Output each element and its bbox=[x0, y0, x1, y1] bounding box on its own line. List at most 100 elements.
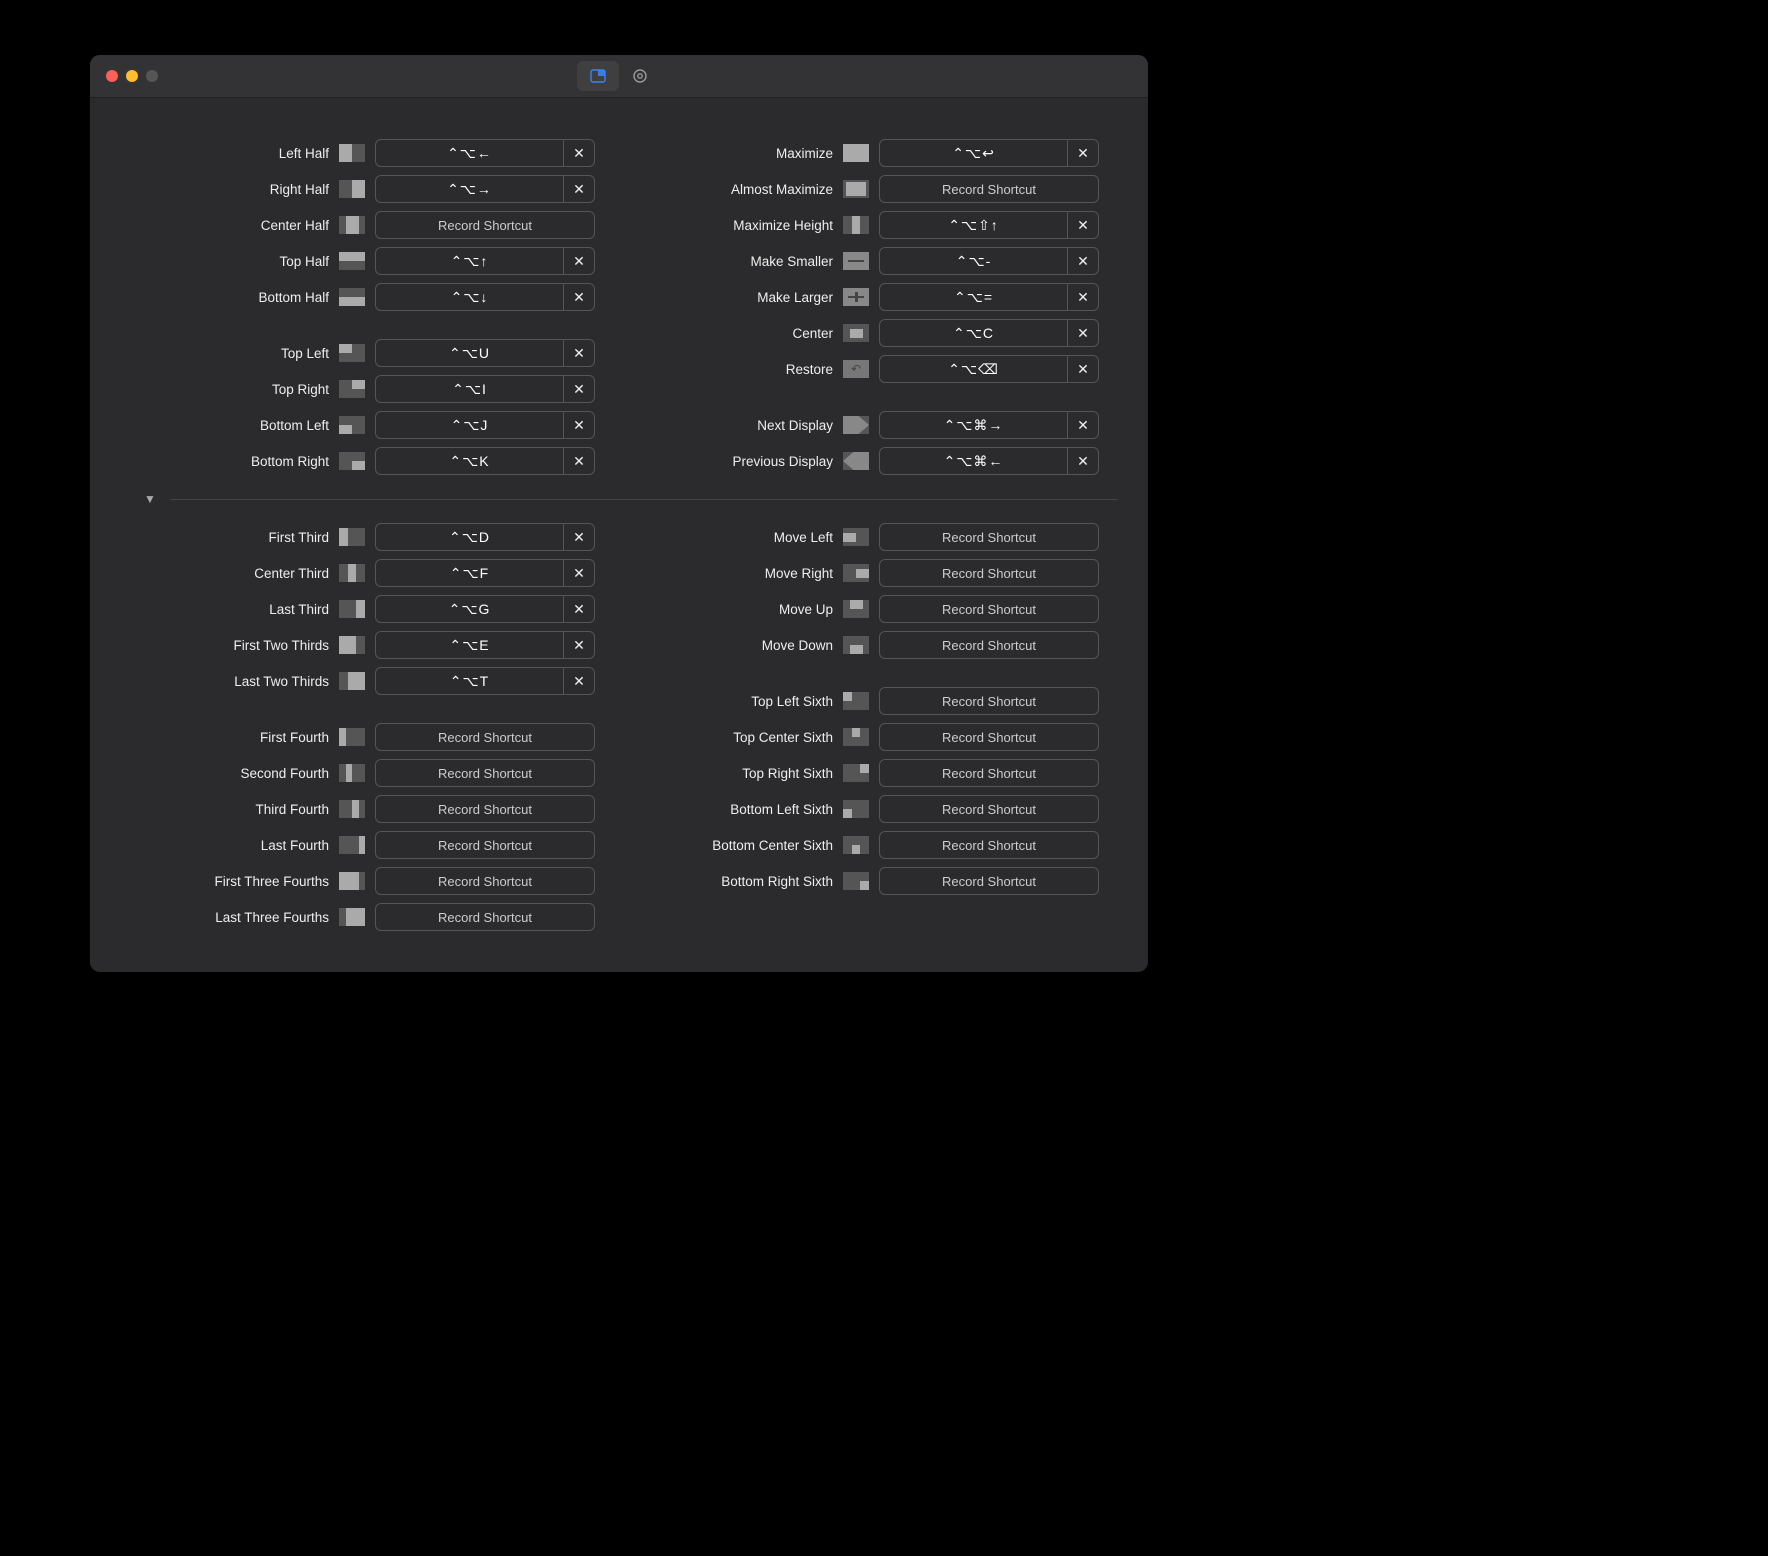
s-bl-thumb-icon bbox=[843, 800, 869, 818]
bottom-left-label: Bottom Left bbox=[139, 418, 329, 433]
top-left-sixth-shortcut-recorder[interactable]: Record Shortcut bbox=[879, 687, 1099, 715]
bottom-right-sixth-shortcut-recorder[interactable]: Record Shortcut bbox=[879, 867, 1099, 895]
toolbar-tabs bbox=[577, 61, 661, 91]
third-fourth-label: Third Fourth bbox=[139, 802, 329, 817]
move-down-label: Move Down bbox=[643, 638, 833, 653]
top-half-clear-button[interactable]: ✕ bbox=[563, 248, 594, 274]
right-half-shortcut-recorder[interactable]: ⌃⌥→✕ bbox=[375, 175, 595, 203]
last-third-clear-button[interactable]: ✕ bbox=[563, 596, 594, 622]
first-three-fourths-label: First Three Fourths bbox=[139, 874, 329, 889]
first-two-thirds-shortcut-recorder[interactable]: ⌃⌥E✕ bbox=[375, 631, 595, 659]
first-third-shortcut-recorder[interactable]: ⌃⌥D✕ bbox=[375, 523, 595, 551]
top-center-sixth-label: Top Center Sixth bbox=[643, 730, 833, 745]
maximize-clear-button[interactable]: ✕ bbox=[1067, 140, 1098, 166]
center-half-shortcut-recorder[interactable]: Record Shortcut bbox=[375, 211, 595, 239]
top-left-label: Top Left bbox=[139, 346, 329, 361]
bottom-right-shortcut-recorder[interactable]: ⌃⌥K✕ bbox=[375, 447, 595, 475]
make-smaller-shortcut-text: ⌃⌥- bbox=[880, 248, 1067, 274]
close-window-button[interactable] bbox=[106, 70, 118, 82]
make-larger-row: Make Larger⌃⌥=✕ bbox=[643, 282, 1099, 312]
disclosure-triangle-icon[interactable]: ▼ bbox=[144, 492, 156, 506]
move-right-shortcut-recorder[interactable]: Record Shortcut bbox=[879, 559, 1099, 587]
top-right-label: Top Right bbox=[139, 382, 329, 397]
top-right-clear-button[interactable]: ✕ bbox=[563, 376, 594, 402]
mu-thumb-icon bbox=[843, 600, 869, 618]
make-smaller-clear-button[interactable]: ✕ bbox=[1067, 248, 1098, 274]
bottom-left-clear-button[interactable]: ✕ bbox=[563, 412, 594, 438]
maximize-height-shortcut-recorder[interactable]: ⌃⌥⇧↑✕ bbox=[879, 211, 1099, 239]
top-left-clear-button[interactable]: ✕ bbox=[563, 340, 594, 366]
right-column-top: Maximize ⌃⌥↩✕ Almost Maximize Record Shortc… bbox=[643, 138, 1099, 476]
left-half-clear-button[interactable]: ✕ bbox=[563, 140, 594, 166]
md-thumb-icon bbox=[843, 636, 869, 654]
top-center-sixth-row: Top Center Sixth Record Shortcut bbox=[643, 722, 1099, 752]
next-display-shortcut-recorder[interactable]: ⌃⌥⌘→✕ bbox=[879, 411, 1099, 439]
last-third-shortcut-recorder[interactable]: ⌃⌥G✕ bbox=[375, 595, 595, 623]
settings-tab[interactable] bbox=[619, 61, 661, 91]
bottom-left-sixth-shortcut-recorder[interactable]: Record Shortcut bbox=[879, 795, 1099, 823]
zoom-window-button[interactable] bbox=[146, 70, 158, 82]
top-left-shortcut-recorder[interactable]: ⌃⌥U✕ bbox=[375, 339, 595, 367]
ctr-thumb-icon bbox=[843, 324, 869, 342]
maximize-label: Maximize bbox=[643, 146, 833, 161]
bottom-left-sixth-row: Bottom Left SixthRecord Shortcut bbox=[643, 794, 1099, 824]
center-clear-button[interactable]: ✕ bbox=[1067, 320, 1098, 346]
last-two-thirds-shortcut-recorder[interactable]: ⌃⌥T✕ bbox=[375, 667, 595, 695]
amx-thumb-icon bbox=[843, 180, 869, 198]
last-two-thirds-clear-button[interactable]: ✕ bbox=[563, 668, 594, 694]
pd-thumb-icon bbox=[843, 452, 869, 470]
last-three-fourths-shortcut-recorder[interactable]: Record Shortcut bbox=[375, 903, 595, 931]
bottom-right-clear-button[interactable]: ✕ bbox=[563, 448, 594, 474]
third-fourth-shortcut-recorder[interactable]: Record Shortcut bbox=[375, 795, 595, 823]
left-half-row: Left Half ⌃⌥←✕ bbox=[139, 138, 595, 168]
right-half-clear-button[interactable]: ✕ bbox=[563, 176, 594, 202]
first-fourth-shortcut-recorder[interactable]: Record Shortcut bbox=[375, 723, 595, 751]
first-third-clear-button[interactable]: ✕ bbox=[563, 524, 594, 550]
center-shortcut-recorder[interactable]: ⌃⌥C✕ bbox=[879, 319, 1099, 347]
last-fourth-shortcut-recorder[interactable]: Record Shortcut bbox=[375, 831, 595, 859]
almost-maximize-shortcut-recorder[interactable]: Record Shortcut bbox=[879, 175, 1099, 203]
restore-clear-button[interactable]: ✕ bbox=[1067, 356, 1098, 382]
center-third-clear-button[interactable]: ✕ bbox=[563, 560, 594, 586]
move-down-shortcut-recorder[interactable]: Record Shortcut bbox=[879, 631, 1099, 659]
section-divider: ▼ bbox=[144, 492, 1118, 506]
top-half-shortcut-recorder[interactable]: ⌃⌥↑✕ bbox=[375, 247, 595, 275]
bottom-left-shortcut-recorder[interactable]: ⌃⌥J✕ bbox=[375, 411, 595, 439]
left-half-label: Left Half bbox=[139, 146, 329, 161]
previous-display-shortcut-recorder[interactable]: ⌃⌥⌘←✕ bbox=[879, 447, 1099, 475]
top-right-sixth-shortcut-recorder[interactable]: Record Shortcut bbox=[879, 759, 1099, 787]
t3-thumb-icon bbox=[339, 600, 365, 618]
maximize-height-clear-button[interactable]: ✕ bbox=[1067, 212, 1098, 238]
previous-display-clear-button[interactable]: ✕ bbox=[1067, 448, 1098, 474]
left-half-shortcut-recorder[interactable]: ⌃⌥←✕ bbox=[375, 139, 595, 167]
center-half-row: Center HalfRecord Shortcut bbox=[139, 210, 595, 240]
next-display-clear-button[interactable]: ✕ bbox=[1067, 412, 1098, 438]
first-fourth-label: First Fourth bbox=[139, 730, 329, 745]
move-up-shortcut-recorder[interactable]: Record Shortcut bbox=[879, 595, 1099, 623]
make-larger-clear-button[interactable]: ✕ bbox=[1067, 284, 1098, 310]
bottom-center-sixth-shortcut-recorder[interactable]: Record Shortcut bbox=[879, 831, 1099, 859]
bottom-half-clear-button[interactable]: ✕ bbox=[563, 284, 594, 310]
shortcuts-tab[interactable] bbox=[577, 61, 619, 91]
minimize-window-button[interactable] bbox=[126, 70, 138, 82]
second-fourth-shortcut-recorder[interactable]: Record Shortcut bbox=[375, 759, 595, 787]
almost-maximize-label: Almost Maximize bbox=[643, 182, 833, 197]
maximize-height-row: Maximize Height⌃⌥⇧↑✕ bbox=[643, 210, 1099, 240]
left-half-shortcut-text: ⌃⌥← bbox=[376, 140, 563, 166]
right-column-bottom: Move LeftRecord ShortcutMove RightRecord… bbox=[643, 522, 1099, 932]
first-three-fourths-shortcut-recorder[interactable]: Record Shortcut bbox=[375, 867, 595, 895]
bh-thumb-icon bbox=[339, 288, 365, 306]
center-third-shortcut-recorder[interactable]: ⌃⌥F✕ bbox=[375, 559, 595, 587]
first-two-thirds-clear-button[interactable]: ✕ bbox=[563, 632, 594, 658]
top-center-sixth-shortcut-recorder[interactable]: Record Shortcut bbox=[879, 723, 1099, 751]
maximize-shortcut-recorder[interactable]: ⌃⌥↩✕ bbox=[879, 139, 1099, 167]
top-right-shortcut-recorder[interactable]: ⌃⌥I✕ bbox=[375, 375, 595, 403]
restore-shortcut-recorder[interactable]: ⌃⌥⌫✕ bbox=[879, 355, 1099, 383]
make-smaller-shortcut-recorder[interactable]: ⌃⌥-✕ bbox=[879, 247, 1099, 275]
bottom-half-shortcut-recorder[interactable]: ⌃⌥↓✕ bbox=[375, 283, 595, 311]
move-left-shortcut-recorder[interactable]: Record Shortcut bbox=[879, 523, 1099, 551]
top-right-row: Top Right ⌃⌥I✕ bbox=[139, 374, 595, 404]
gear-icon bbox=[631, 67, 649, 85]
make-larger-shortcut-recorder[interactable]: ⌃⌥=✕ bbox=[879, 283, 1099, 311]
f234-thumb-icon bbox=[339, 908, 365, 926]
